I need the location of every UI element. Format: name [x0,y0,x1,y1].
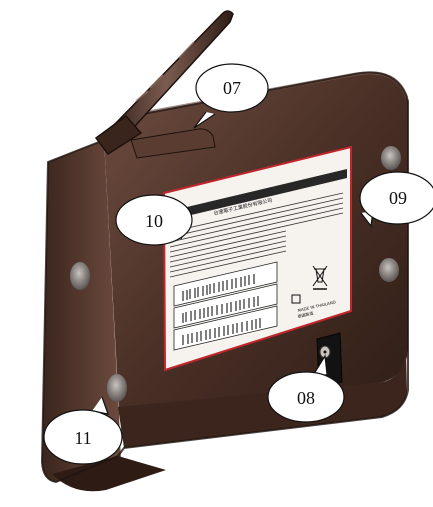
callout-09: 09 [359,171,433,228]
callout-07-text: 07 [223,78,241,98]
rubber-foot-right-upper [381,146,401,170]
device-svg: 台達電子工業股份有限公司 MADE IN THAILAND 泰國製造 07 08… [40,10,433,492]
rubber-foot-left-lower [107,374,127,402]
callout-09-text: 09 [389,188,407,208]
callout-08-text: 08 [297,388,315,408]
callout-10: 10 [115,194,193,246]
device-illustration: 台達電子工業股份有限公司 MADE IN THAILAND 泰國製造 07 08… [0,0,433,507]
rubber-foot-right-lower [379,258,399,282]
rubber-foot-left-middle [70,262,90,290]
callout-10-text: 10 [145,211,163,231]
callout-11-text: 11 [74,428,91,448]
power-jack-pin [323,350,327,354]
